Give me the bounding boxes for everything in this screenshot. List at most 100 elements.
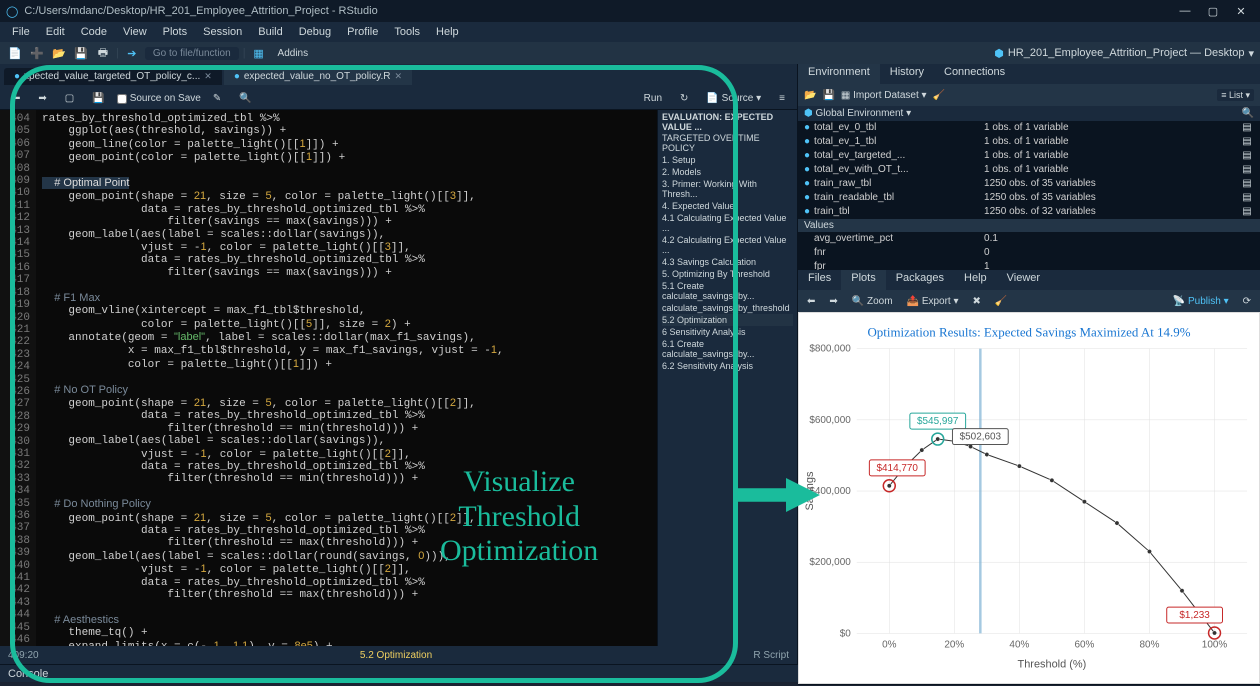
export-dropdown[interactable]: 📤 Export ▾ [902, 295, 964, 308]
section-indicator[interactable]: 5.2 Optimization [360, 650, 432, 661]
menu-profile[interactable]: Profile [339, 24, 386, 40]
env-row[interactable]: ●total_ev_with_OT_t...1 obs. of 1 variab… [798, 163, 1260, 177]
refresh-icon[interactable]: ⟳ [1238, 295, 1256, 308]
chevron-down-icon: ▾ [1248, 47, 1254, 60]
outline-item[interactable]: 6.2 Sensitivity Analysis [662, 360, 793, 372]
source-on-save[interactable]: Source on Save [117, 93, 201, 104]
goto-icon[interactable]: ➔ [123, 44, 141, 62]
expand-icon[interactable]: ▤ [1240, 121, 1254, 135]
outline-item[interactable]: 4. Expected Value [662, 200, 793, 212]
import-dataset-button[interactable]: ▦ Import Dataset ▾ [841, 90, 927, 101]
env-scope[interactable]: ⬢ Global Environment ▾ 🔍 [798, 106, 1260, 121]
menu-view[interactable]: View [115, 24, 155, 40]
outline-item[interactable]: 5.2 Optimization [662, 314, 793, 326]
env-row[interactable]: ●train_readable_tbl1250 obs. of 35 varia… [798, 191, 1260, 205]
menu-session[interactable]: Session [195, 24, 250, 40]
load-icon[interactable]: 📂 [804, 90, 816, 101]
zoom-button[interactable]: 🔍 Zoom [847, 295, 898, 308]
new-project-icon[interactable]: ➕ [28, 44, 46, 62]
remove-plot-icon[interactable]: ✖ [968, 295, 986, 308]
env-row[interactable]: ●train_tbl1250 obs. of 32 variables▤ [798, 205, 1260, 219]
grid-icon[interactable]: ▦ [250, 44, 268, 62]
close-icon[interactable]: ✕ [1228, 2, 1254, 20]
close-icon[interactable]: ✕ [204, 71, 212, 82]
wand-icon[interactable]: ✎ [207, 92, 227, 105]
project-selector[interactable]: ⬢ HR_201_Employee_Attrition_Project — De… [994, 47, 1254, 60]
window-title: C:/Users/mdanc/Desktop/HR_201_Employee_A… [24, 5, 377, 17]
prev-plot-icon[interactable]: ⬅ [802, 295, 820, 308]
close-icon[interactable]: ✕ [394, 71, 402, 82]
expand-icon[interactable]: ▤ [1240, 163, 1254, 177]
tab-connections[interactable]: Connections [934, 64, 1015, 84]
open-file-icon[interactable]: 📂 [50, 44, 68, 62]
expand-icon[interactable]: ▤ [1240, 205, 1254, 219]
tab-environment[interactable]: Environment [798, 64, 880, 84]
outline-item[interactable]: 5. Optimizing By Threshold [662, 268, 793, 280]
tab-plots[interactable]: Plots [841, 270, 885, 290]
next-plot-icon[interactable]: ➡ [824, 295, 842, 308]
expand-icon[interactable]: ▤ [1240, 149, 1254, 163]
env-row[interactable]: ●total_ev_targeted_...1 obs. of 1 variab… [798, 149, 1260, 163]
tab-no-ot-policy[interactable]: ● expected_value_no_OT_policy.R ✕ [224, 68, 412, 85]
outline-item[interactable]: 4.2 Calculating Expected Value ... [662, 234, 793, 256]
new-file-icon[interactable]: 📄 [6, 44, 24, 62]
minimize-icon[interactable]: — [1172, 2, 1198, 20]
save-env-icon[interactable]: 💾 [822, 90, 834, 101]
addins-dropdown[interactable]: Addins [272, 46, 315, 61]
save-all-icon[interactable]: 💾 [72, 44, 90, 62]
menu-code[interactable]: Code [73, 24, 115, 40]
tab-viewer[interactable]: Viewer [997, 270, 1050, 290]
code-area[interactable]: 404 405 406 407 408 409 410 411 412 413 … [0, 110, 797, 646]
menu-edit[interactable]: Edit [38, 24, 73, 40]
broom-icon[interactable]: 🧹 [933, 90, 945, 101]
maximize-icon[interactable]: ▢ [1200, 2, 1226, 20]
outline-item[interactable]: 6 Sensitivity Analysis [662, 326, 793, 338]
outline-item[interactable]: 1. Setup [662, 154, 793, 166]
outline-item[interactable]: 2. Models [662, 166, 793, 178]
tab-help[interactable]: Help [954, 270, 997, 290]
back-icon[interactable]: ⬅ [6, 92, 26, 105]
menu-debug[interactable]: Debug [291, 24, 339, 40]
outline-item[interactable]: 4.3 Savings Calculation [662, 256, 793, 268]
expand-icon[interactable]: ▤ [1240, 135, 1254, 149]
forward-icon[interactable]: ➡ [32, 92, 52, 105]
expand-icon[interactable]: ▤ [1240, 177, 1254, 191]
goto-file-input[interactable]: Go to file/function [145, 47, 239, 60]
outline-item[interactable]: 6.1 Create calculate_savings_by... [662, 338, 793, 360]
run-button[interactable]: Run [638, 92, 668, 105]
svg-text:Threshold (%): Threshold (%) [1018, 658, 1087, 670]
tab-history[interactable]: History [880, 64, 934, 84]
save-icon[interactable]: 💾 [86, 92, 110, 105]
menu-build[interactable]: Build [250, 24, 290, 40]
outline-item[interactable]: calculate_savings_by_threshold [662, 302, 793, 314]
env-row[interactable]: ●train_raw_tbl1250 obs. of 35 variables▤ [798, 177, 1260, 191]
outline-item[interactable]: 5.1 Create calculate_savings_by... [662, 280, 793, 302]
rerun-icon[interactable]: ↻ [674, 92, 694, 105]
publish-button[interactable]: 📡 Publish ▾ [1168, 295, 1234, 308]
file-mode[interactable]: R Script [753, 650, 789, 661]
code-editor[interactable]: rates_by_threshold_optimized_tbl %>% ggp… [36, 110, 657, 646]
source-on-save-checkbox[interactable] [117, 94, 127, 104]
env-row[interactable]: ●total_ev_0_tbl1 obs. of 1 variable▤ [798, 121, 1260, 135]
menu-help[interactable]: Help [428, 24, 467, 40]
menu-tools[interactable]: Tools [386, 24, 428, 40]
search-icon[interactable]: 🔍 [1242, 108, 1254, 119]
source-dropdown[interactable]: 📄 Source ▾ [700, 92, 767, 105]
menu-plots[interactable]: Plots [155, 24, 195, 40]
expand-icon[interactable]: ▤ [1240, 191, 1254, 205]
print-icon[interactable]: 🖶 [94, 44, 112, 62]
tab-packages[interactable]: Packages [886, 270, 954, 290]
list-view-dropdown[interactable]: ≡ List ▾ [1217, 89, 1254, 101]
env-row[interactable]: ●total_ev_1_tbl1 obs. of 1 variable▤ [798, 135, 1260, 149]
find-icon[interactable]: 🔍 [233, 92, 257, 105]
outline-toggle-icon[interactable]: ≡ [773, 92, 791, 105]
tab-targeted-policy[interactable]: ● xpected_value_targeted_OT_policy_c... … [4, 68, 222, 85]
clear-plots-icon[interactable]: 🧹 [990, 295, 1012, 308]
env-row[interactable]: ●fnr0 [798, 246, 1260, 260]
outline-item[interactable]: 3. Primer: Working With Thresh... [662, 178, 793, 200]
env-row[interactable]: ●avg_overtime_pct0.1 [798, 232, 1260, 246]
menu-file[interactable]: File [4, 24, 38, 40]
outline-item[interactable]: 4.1 Calculating Expected Value ... [662, 212, 793, 234]
show-in-new-icon[interactable]: ▢ [59, 92, 80, 105]
outline-item[interactable]: TARGETED OVERTIME POLICY [662, 132, 793, 154]
